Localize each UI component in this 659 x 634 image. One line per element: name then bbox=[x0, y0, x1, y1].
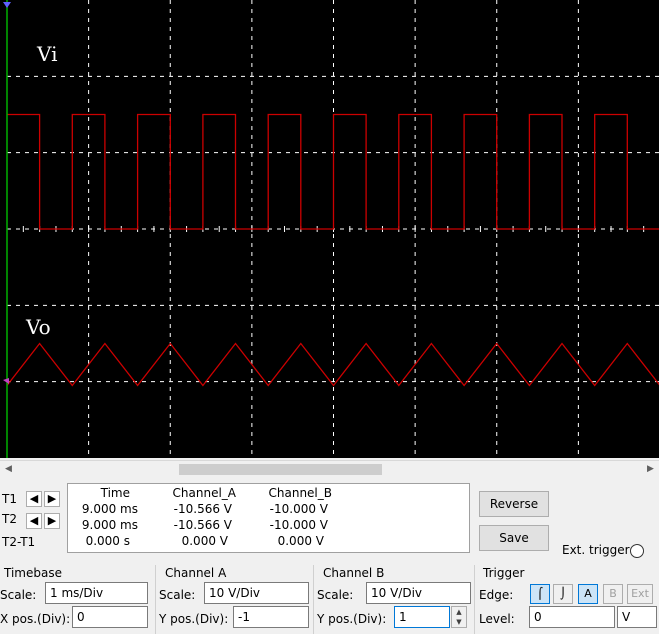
channel-b-ypos-field[interactable]: 1 bbox=[394, 606, 450, 628]
readout-header-channel-b: Channel_B bbox=[268, 486, 333, 500]
spin-down-icon[interactable]: ▼ bbox=[452, 617, 466, 627]
t2-label: T2 bbox=[2, 512, 17, 526]
readout-diff-channel-b: 0.000 V bbox=[277, 534, 324, 548]
horizontal-scrollbar[interactable]: ◀ ▶ bbox=[0, 460, 659, 477]
channel-marker-icon bbox=[3, 378, 9, 384]
channel-b-title: Channel B bbox=[323, 566, 385, 580]
readout-t1-channel-b: -10.000 V bbox=[269, 502, 328, 516]
rising-edge-icon[interactable]: ⌠ bbox=[530, 584, 550, 604]
timebase-xpos-label: X pos.(Div): bbox=[0, 612, 71, 626]
t1-right-arrow-icon[interactable]: ▶ bbox=[44, 491, 60, 507]
channel-a-ypos-label: Y pos.(Div): bbox=[159, 612, 229, 626]
trace-label-vo: Vo bbox=[25, 315, 51, 339]
timebase-title: Timebase bbox=[4, 566, 62, 580]
channel-b-ypos-label: Y pos.(Div): bbox=[317, 612, 387, 626]
scope-screen: Vi Vo bbox=[0, 0, 659, 458]
channel-b-scale-label: Scale: bbox=[317, 588, 354, 602]
t2-right-arrow-icon[interactable]: ▶ bbox=[44, 513, 60, 529]
divider bbox=[313, 565, 314, 634]
timebase-scale-field[interactable]: 1 ms/Div bbox=[45, 582, 148, 604]
t1-label: T1 bbox=[2, 492, 17, 506]
scroll-left-icon[interactable]: ◀ bbox=[0, 461, 17, 478]
trigger-source-b-button[interactable]: B bbox=[603, 584, 623, 604]
trigger-source-a-button[interactable]: A bbox=[578, 584, 598, 604]
scroll-thumb[interactable] bbox=[179, 464, 382, 475]
t2-t1-label: T2-T1 bbox=[2, 535, 36, 549]
scope-display: Vi Vo bbox=[3, 0, 659, 458]
scroll-right-icon[interactable]: ▶ bbox=[642, 461, 659, 478]
trigger-level-unit-select[interactable]: V bbox=[617, 606, 657, 628]
measurement-readout: Time Channel_A Channel_B 9.000 ms -10.56… bbox=[67, 483, 470, 553]
timebase-scale-label: Scale: bbox=[0, 588, 37, 602]
t2-left-arrow-icon[interactable]: ◀ bbox=[26, 513, 42, 529]
trigger-level-label: Level: bbox=[479, 612, 515, 626]
t1-left-arrow-icon[interactable]: ◀ bbox=[26, 491, 42, 507]
spin-up-icon[interactable]: ▲ bbox=[452, 607, 466, 617]
channel-a-scale-label: Scale: bbox=[159, 588, 196, 602]
channel-a-ypos-field[interactable]: -1 bbox=[233, 606, 309, 628]
divider bbox=[474, 565, 475, 634]
divider bbox=[155, 565, 156, 634]
falling-edge-icon[interactable]: ⌡ bbox=[553, 584, 573, 604]
ext-trigger-radio[interactable] bbox=[630, 544, 644, 558]
trigger-source-ext-button[interactable]: Ext bbox=[627, 584, 653, 604]
trigger-edge-label: Edge: bbox=[479, 588, 514, 602]
channel-a-scale-field[interactable]: 10 V/Div bbox=[204, 582, 309, 604]
channel-b-ypos-spinner[interactable]: ▲ ▼ bbox=[451, 606, 467, 628]
cursor-handle-icon[interactable] bbox=[3, 2, 11, 8]
channel-a-title: Channel A bbox=[165, 566, 227, 580]
reverse-button[interactable]: Reverse bbox=[479, 491, 549, 517]
trace-label-vi: Vi bbox=[36, 42, 58, 66]
trigger-title: Trigger bbox=[483, 566, 525, 580]
channel-b-scale-field[interactable]: 10 V/Div bbox=[366, 582, 471, 604]
trigger-level-field[interactable]: 0 bbox=[529, 606, 615, 628]
readout-t2-channel-b: -10.000 V bbox=[269, 518, 328, 532]
save-button[interactable]: Save bbox=[479, 525, 549, 551]
vi-trace bbox=[7, 113, 659, 230]
timebase-xpos-field[interactable]: 0 bbox=[72, 606, 148, 628]
ext-trigger-label: Ext. trigger bbox=[562, 543, 630, 557]
